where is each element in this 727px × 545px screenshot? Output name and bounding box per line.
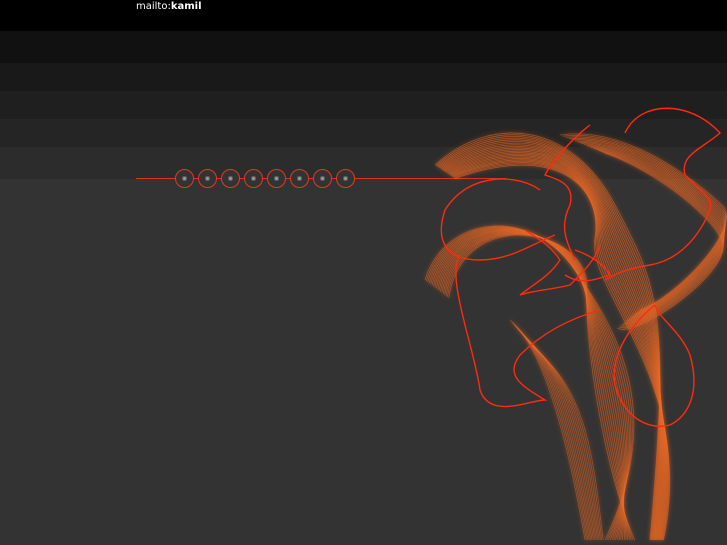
swirl-line: [565, 136, 727, 313]
swirl-line: [433, 229, 627, 541]
dot-icon: [251, 176, 256, 181]
swirl-line: [452, 160, 669, 541]
swirl-line: [442, 146, 663, 541]
swirl-line: [440, 142, 662, 541]
swirl-line: [445, 150, 665, 541]
swirl-line: [451, 159, 668, 541]
nav-dot-7[interactable]: [313, 169, 332, 188]
dot-icon: [205, 176, 210, 181]
nav-dot-3[interactable]: [221, 169, 240, 188]
swirl-line: [532, 346, 604, 541]
mailto-link[interactable]: mailto:kamil: [136, 1, 202, 12]
dot-icon: [228, 176, 233, 181]
mailto-prefix: mailto:: [136, 1, 171, 12]
nav-dot-4[interactable]: [244, 169, 263, 188]
swirl-line: [450, 158, 667, 541]
nav-dot-8[interactable]: [336, 169, 355, 188]
flame-artwork: [424, 107, 727, 541]
swirl-curves: [424, 132, 727, 541]
swirl-line: [448, 155, 666, 541]
swirl-line: [449, 156, 667, 541]
swirl-line: [511, 321, 587, 541]
header-bar: [0, 0, 727, 31]
dot-icon: [320, 176, 325, 181]
dot-icon: [343, 176, 348, 181]
swirl-line: [444, 233, 630, 541]
nav-dot-1[interactable]: [175, 169, 194, 188]
dot-icon: [274, 176, 279, 181]
swirl-line: [453, 162, 669, 541]
gradient-band: [0, 31, 727, 63]
dot-icon: [182, 176, 187, 181]
swirl-line: [443, 147, 663, 541]
nav-dot-5[interactable]: [267, 169, 286, 188]
mailto-name: kamil: [170, 1, 202, 12]
mailto-link-container: mailto:kamil: [136, 1, 202, 13]
swirl-line: [441, 144, 663, 541]
swirl-line: [454, 163, 670, 541]
nav-dot-6[interactable]: [290, 169, 309, 188]
swirl-line: [439, 141, 662, 541]
swirl-line: [442, 232, 629, 541]
nav-dots: [175, 169, 355, 188]
swirl-line: [571, 139, 726, 316]
swirl-line: [455, 164, 670, 541]
dot-icon: [297, 176, 302, 181]
page: mailto:kamil: [0, 0, 727, 545]
swirl-line: [446, 152, 665, 541]
swirl-line: [428, 227, 630, 541]
swirl-line: [444, 149, 664, 541]
swirl-line: [447, 153, 666, 541]
swirl-line: [445, 233, 632, 541]
nav-dot-2[interactable]: [198, 169, 217, 188]
gradient-band: [0, 63, 727, 91]
